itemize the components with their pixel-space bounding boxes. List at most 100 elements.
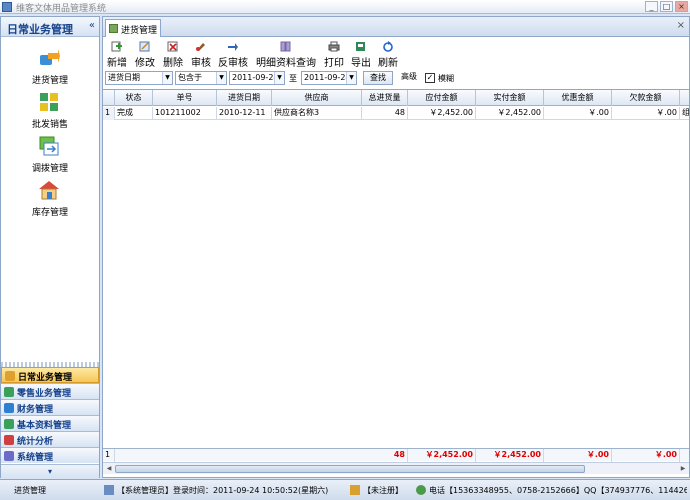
sidebar-item-transfer[interactable]: 调拨管理: [1, 135, 99, 177]
cell-order-no: 101211002: [153, 107, 217, 120]
unapprove-icon: [228, 43, 238, 51]
chevron-down-icon: ▼: [216, 72, 226, 84]
approve-button[interactable]: 审核: [189, 41, 213, 69]
minimize-button[interactable]: _: [645, 1, 658, 12]
column-header[interactable]: 状态: [115, 90, 153, 106]
window-title: 维客文体用品管理系统: [16, 4, 107, 14]
chevron-down-icon: ▼: [346, 72, 356, 84]
export-label: 导出: [351, 58, 371, 69]
print-label: 打印: [324, 58, 344, 69]
export-button[interactable]: 导出: [349, 41, 373, 69]
refresh-button[interactable]: 刷新: [376, 41, 400, 69]
row-index: 1: [103, 107, 115, 120]
maximize-button[interactable]: □: [660, 1, 673, 12]
detail-query-label: 明细资料查询: [256, 58, 316, 69]
column-header[interactable]: 优惠金额: [544, 90, 612, 106]
column-header[interactable]: 总进货量: [362, 90, 408, 106]
tab-purchase[interactable]: 进货管理: [105, 19, 161, 37]
module-icon: [4, 403, 14, 413]
unapprove-button[interactable]: 反审核: [217, 41, 249, 69]
status-bar: 进货管理 【系统管理员】登录时间：2011-09-24 10:50:52(星期六…: [0, 479, 690, 500]
module-retail[interactable]: 零售业务管理: [1, 383, 99, 399]
sidebar: 日常业务管理 « 进货管理 批发销售 调拨管理 库存管理 日常业务管理 零售业务…: [0, 16, 100, 478]
cell-paid: ￥2,452.00: [476, 107, 544, 120]
module-icon: [4, 419, 14, 429]
date-to-value: 2011-09-24: [304, 73, 351, 82]
approve-icon: [196, 43, 205, 51]
summary-debt: ￥.00: [612, 449, 680, 462]
status-module: 进货管理: [14, 486, 46, 495]
status-contact: 电话【15363348955、0758-2152666】QQ【374937776…: [429, 486, 687, 495]
date-from-value: 2011-09-24: [232, 73, 279, 82]
column-header[interactable]: 进货日期: [217, 90, 272, 106]
column-header[interactable]: 实付金额: [476, 90, 544, 106]
module-label: 统计分析: [17, 437, 54, 447]
date-to-picker[interactable]: 2011-09-24 ▼: [301, 71, 357, 85]
tab-strip: 进货管理 ×: [103, 17, 689, 37]
delete-button[interactable]: 删除: [161, 41, 185, 69]
date-range-to-label: 至: [289, 74, 297, 83]
status-registration: 【未注册】: [363, 486, 403, 495]
cart-arrow-icon: [40, 49, 60, 65]
sidebar-item-label: 批发销售: [31, 120, 68, 130]
detail-query-button[interactable]: 明细资料查询: [255, 41, 317, 69]
edit-button[interactable]: 修改: [133, 41, 157, 69]
cell-date: 2010-12-11: [217, 107, 272, 120]
edit-icon: [139, 41, 150, 52]
fuzzy-checkbox[interactable]: ✓: [425, 73, 435, 83]
module-statistics[interactable]: 统计分析: [1, 431, 99, 447]
module-daily-business[interactable]: 日常业务管理: [1, 367, 99, 383]
cell-debt: ￥.00: [612, 107, 680, 120]
sidebar-title: 日常业务管理: [7, 23, 73, 36]
goods-box-icon: [40, 93, 58, 111]
cell-supplier: 供应商名称3: [272, 107, 362, 120]
warehouse-icon: [39, 181, 59, 200]
module-system[interactable]: 系统管理: [1, 447, 99, 463]
grid-summary-row: 1 48 ￥2,452.00 ￥2,452.00 ￥.00 ￥.00: [103, 448, 689, 462]
advanced-button[interactable]: 高级: [397, 71, 421, 85]
close-window-button[interactable]: ×: [675, 1, 688, 12]
cell-status: 完成: [115, 107, 153, 120]
summary-payable: ￥2,452.00: [408, 449, 476, 462]
toolbar: 新增 修改 删除 审核 反审核 明细资料查询 打印 导出 刷新: [103, 39, 689, 69]
purchase-grid: 状态 单号 进货日期 供应商 总进货量 应付金额 实付金额 优惠金额 欠款金额 …: [103, 89, 689, 462]
horizontal-scrollbar[interactable]: ◀ ▶: [103, 462, 689, 474]
add-button[interactable]: 新增: [105, 41, 129, 69]
column-header[interactable]: 供应商: [272, 90, 362, 106]
collapse-sidebar-button[interactable]: «: [89, 20, 95, 31]
row-indicator-header: [103, 90, 115, 106]
close-tab-button[interactable]: ×: [677, 20, 685, 31]
module-icon: [5, 371, 15, 381]
module-basic-data[interactable]: 基本资料管理: [1, 415, 99, 431]
title-bar: 维客文体用品管理系统 _ □ ×: [0, 0, 690, 14]
scroll-thumb[interactable]: [115, 465, 585, 473]
table-row[interactable]: 1 完成 101211002 2010-12-11 供应商名称3 48 ￥2,4…: [103, 107, 689, 120]
search-button[interactable]: 查找: [363, 71, 393, 85]
unapprove-label: 反审核: [218, 58, 248, 69]
export-icon: [356, 42, 365, 51]
cell-payable: ￥2,452.00: [408, 107, 476, 120]
module-finance[interactable]: 财务管理: [1, 399, 99, 415]
column-header[interactable]: 单号: [153, 90, 217, 106]
filter-field-select[interactable]: 进货日期 ▼: [105, 71, 173, 85]
filter-operator-value: 包含于: [178, 73, 202, 82]
phone-icon: [416, 485, 426, 495]
module-label: 系统管理: [17, 453, 54, 463]
sidebar-item-label: 进货管理: [31, 76, 68, 86]
sidebar-item-wholesale[interactable]: 批发销售: [1, 91, 99, 133]
summary-count: 1: [103, 449, 115, 462]
more-modules-button[interactable]: ▾: [1, 464, 99, 478]
module-label: 日常业务管理: [18, 373, 73, 383]
tab-label: 进货管理: [121, 26, 158, 36]
scroll-right-icon[interactable]: ▶: [678, 464, 688, 474]
sidebar-item-purchase[interactable]: 进货管理: [1, 47, 99, 89]
edit-label: 修改: [135, 58, 155, 69]
column-header[interactable]: 欠款金额: [612, 90, 680, 106]
sidebar-item-inventory[interactable]: 库存管理: [1, 179, 99, 221]
date-from-picker[interactable]: 2011-09-24 ▼: [229, 71, 285, 85]
scroll-left-icon[interactable]: ◀: [104, 464, 114, 474]
summary-paid: ￥2,452.00: [476, 449, 544, 462]
column-header[interactable]: 应付金额: [408, 90, 476, 106]
filter-operator-select[interactable]: 包含于 ▼: [175, 71, 227, 85]
print-button[interactable]: 打印: [322, 41, 346, 69]
